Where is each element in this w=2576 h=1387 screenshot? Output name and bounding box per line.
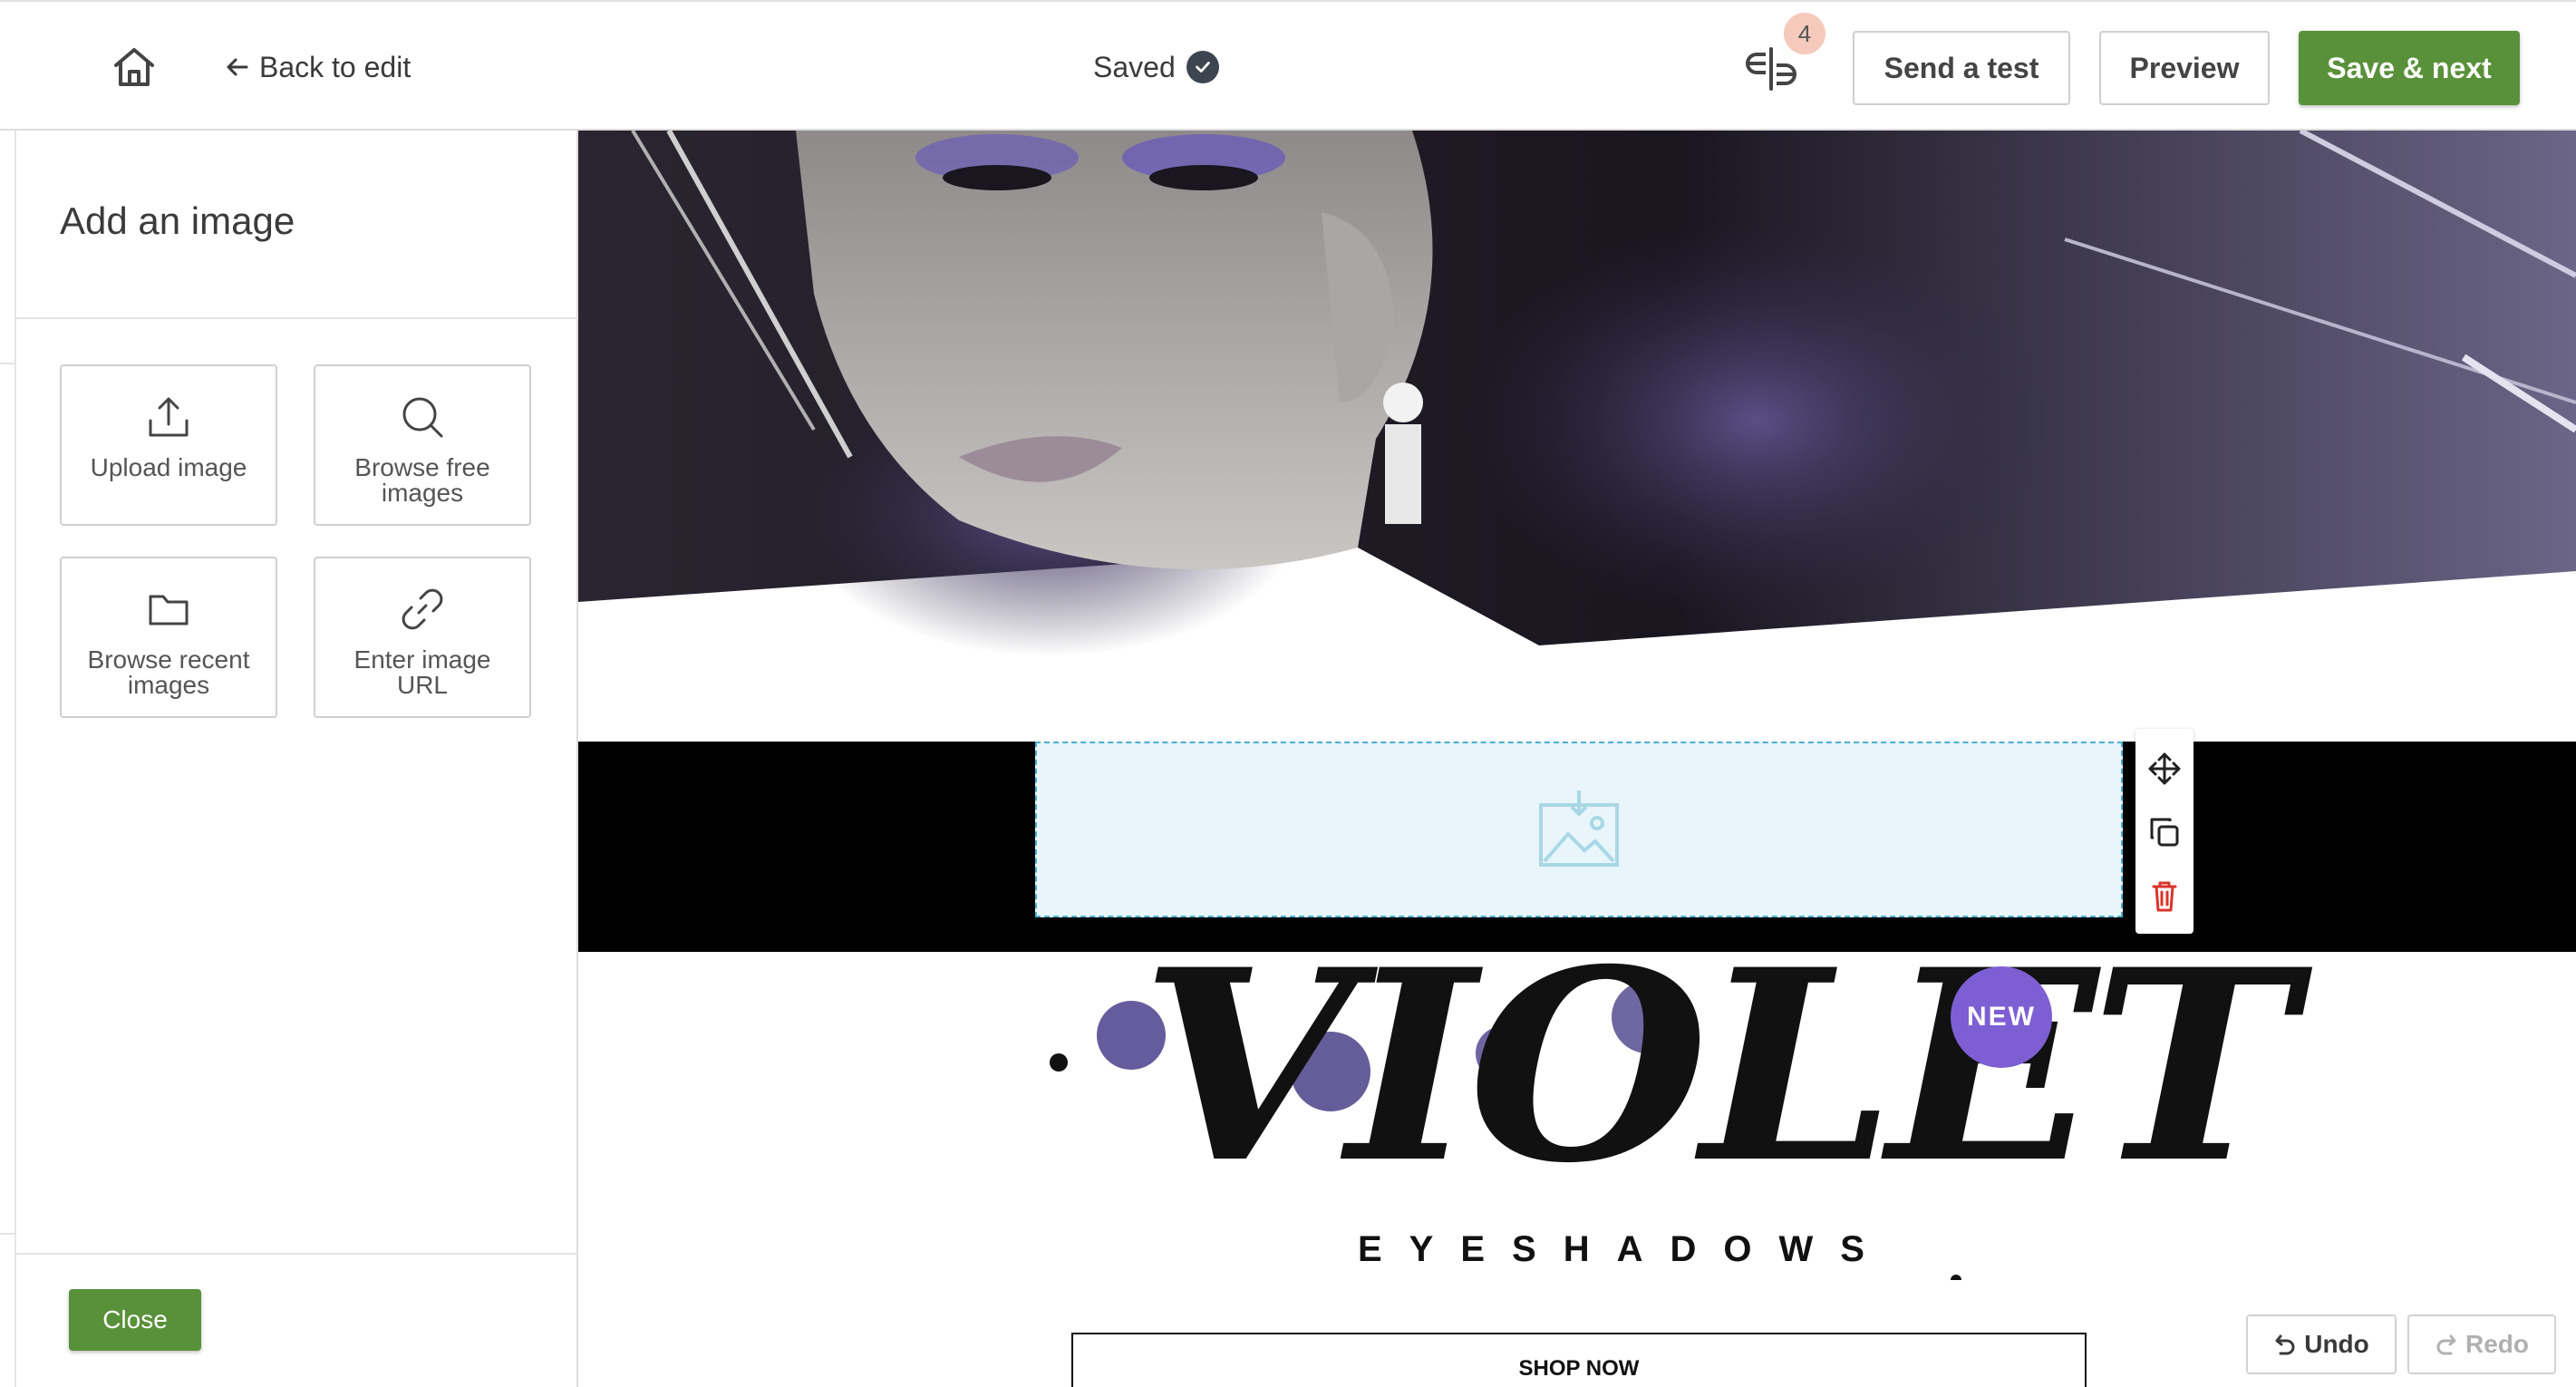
browse-recent-images-label: Browse recent images: [87, 645, 250, 699]
arrow-left-icon: [227, 58, 248, 76]
undo-label: Undo: [2304, 1330, 2369, 1358]
top-bar: Back to edit Saved 4 Send a test Preview…: [0, 0, 2576, 131]
delete-icon[interactable]: [2146, 878, 2183, 914]
panel-title: Add an image: [60, 199, 295, 242]
empty-image-placeholder[interactable]: [1035, 742, 2123, 917]
check-circle-icon: [1186, 51, 1219, 83]
back-to-edit-label: Back to edit: [259, 50, 412, 83]
shop-now-button[interactable]: SHOP NOW: [1071, 1333, 2087, 1387]
image-placeholder-icon: [1539, 790, 1619, 867]
eyeshadows-subheadline: EYESHADOWS: [1358, 1229, 1892, 1269]
preview-button[interactable]: Preview: [2099, 31, 2270, 105]
email-canvas: VIOLET NEW EYESHADOWS SHOP NOW Undo Redo: [578, 131, 2576, 1387]
upload-icon: [149, 397, 189, 437]
search-icon: [402, 397, 443, 438]
block-toolbar: [2135, 729, 2193, 934]
panel-divider: [16, 317, 576, 319]
save-status: Saved: [1093, 45, 1219, 89]
redo-icon: [2436, 1334, 2456, 1355]
link-icon: [402, 588, 443, 630]
back-to-edit-link[interactable]: Back to edit: [223, 47, 411, 87]
browse-free-images-label: Browse free images: [354, 453, 490, 507]
redo-button[interactable]: Redo: [2407, 1314, 2556, 1374]
move-icon[interactable]: [2146, 751, 2183, 787]
notification-badge[interactable]: 4: [1784, 13, 1825, 54]
send-test-button[interactable]: Send a test: [1853, 31, 2070, 105]
enter-image-url-label: Enter image URL: [353, 645, 491, 699]
folder-icon: [149, 595, 189, 626]
browse-recent-images-option[interactable]: Browse recent images: [60, 557, 277, 718]
upload-image-option[interactable]: Upload image: [60, 364, 277, 526]
upload-image-label: Upload image: [90, 453, 247, 481]
gutter-divider: [0, 363, 15, 364]
redo-label: Redo: [2465, 1330, 2529, 1358]
hero-image[interactable]: [578, 131, 2576, 742]
left-gutter: [0, 131, 16, 1387]
panel-footer-divider: [16, 1253, 576, 1255]
add-image-panel: Add an image Upload image Browse free im…: [16, 131, 578, 1387]
browse-free-images-option[interactable]: Browse free images: [314, 364, 531, 526]
undo-button[interactable]: Undo: [2246, 1314, 2397, 1374]
new-badge: NEW: [1951, 966, 2052, 1068]
undo-icon: [2275, 1334, 2295, 1355]
split-view-icon[interactable]: [1746, 47, 1796, 91]
close-button[interactable]: Close: [69, 1289, 201, 1351]
duplicate-icon[interactable]: [2146, 814, 2183, 850]
gutter-divider: [0, 1233, 15, 1235]
saved-label: Saved: [1093, 50, 1176, 83]
home-icon[interactable]: [109, 42, 160, 92]
enter-image-url-option[interactable]: Enter image URL: [314, 557, 531, 718]
violet-headline: VIOLET: [1140, 913, 2296, 1221]
save-and-next-button[interactable]: Save & next: [2299, 31, 2520, 105]
